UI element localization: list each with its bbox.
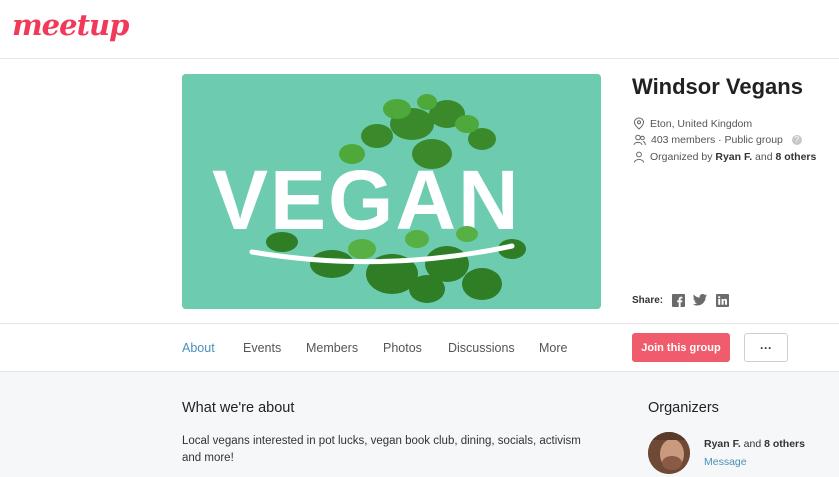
info-icon[interactable]: ? <box>791 135 802 145</box>
more-options-button[interactable]: ··· <box>744 333 788 362</box>
group-members[interactable]: 403 members · Public group <box>651 134 783 146</box>
organizers-heading: Organizers <box>648 400 719 416</box>
vegan-illustration: VEGAN <box>182 74 601 309</box>
tab-photos[interactable]: Photos <box>383 341 422 355</box>
organized-prefix: Organized by <box>650 151 716 163</box>
location-row: Eton, United Kingdom <box>633 117 752 130</box>
group-location[interactable]: Eton, United Kingdom <box>650 118 752 130</box>
linkedin-icon[interactable] <box>715 293 729 307</box>
join-group-button[interactable]: Join this group <box>632 333 730 362</box>
organizer-others-link[interactable]: 8 others <box>776 151 817 163</box>
message-organizer-link[interactable]: Message <box>704 456 747 468</box>
organized-row: Organized by Ryan F. and 8 others <box>633 151 816 163</box>
members-icon <box>633 134 646 146</box>
top-bar: meetup <box>0 0 839 59</box>
organized-and: and <box>752 151 776 163</box>
tab-members[interactable]: Members <box>306 341 358 355</box>
organizer-icon <box>634 151 644 163</box>
tab-discussions[interactable]: Discussions <box>448 341 515 355</box>
location-pin-icon <box>633 117 645 130</box>
share-row: Share: <box>632 293 729 307</box>
about-heading: What we're about <box>182 400 295 416</box>
facebook-icon[interactable] <box>671 293 685 307</box>
organizer-avatar[interactable] <box>648 432 690 474</box>
about-section: What we're about Local vegans interested… <box>0 371 839 477</box>
group-title: Windsor Vegans <box>632 74 803 99</box>
organizer-name-link[interactable]: Ryan F. <box>715 151 752 163</box>
meetup-logo[interactable]: meetup <box>12 8 129 42</box>
organized-by-text: Organized by Ryan F. and 8 others <box>650 151 816 163</box>
group-hero-image: VEGAN <box>182 74 601 309</box>
organizer-others[interactable]: 8 others <box>764 438 805 450</box>
organizer-name: Ryan F. and 8 others <box>704 438 805 450</box>
tab-more[interactable]: More <box>539 341 567 355</box>
organizer-and: and <box>740 438 765 450</box>
about-description: Local vegans interested in pot lucks, ve… <box>182 435 581 464</box>
members-row: 403 members · Public group ? <box>633 134 802 146</box>
organizer-primary-name[interactable]: Ryan F. <box>704 438 741 450</box>
share-label: Share: <box>632 294 664 306</box>
tab-events[interactable]: Events <box>243 341 281 355</box>
twitter-icon[interactable] <box>693 293 708 307</box>
tab-about[interactable]: About <box>182 341 215 355</box>
